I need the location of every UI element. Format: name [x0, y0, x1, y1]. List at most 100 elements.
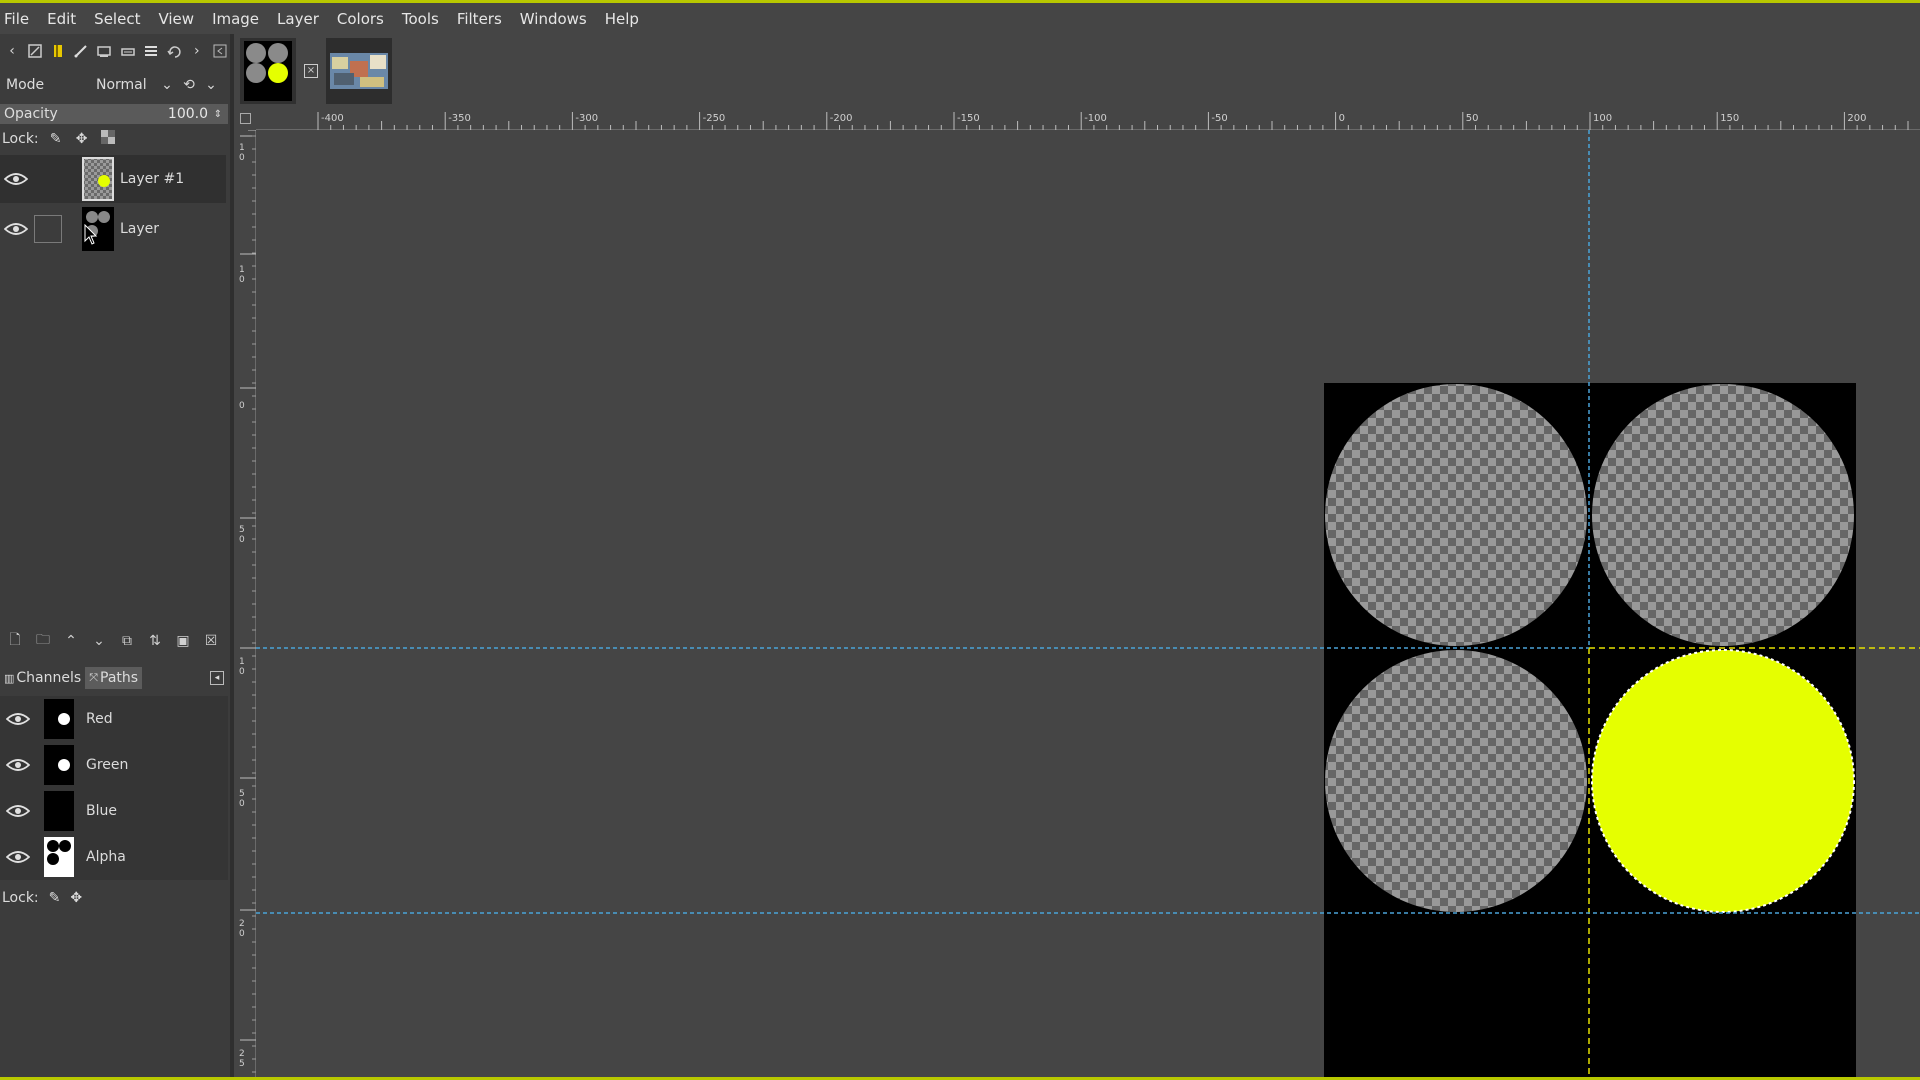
patterns-icon[interactable]	[48, 39, 68, 63]
chevron-down-icon[interactable]: ⌄	[200, 77, 222, 93]
opacity-value[interactable]: 100.0	[168, 106, 208, 122]
visibility-eye-icon[interactable]	[0, 696, 36, 742]
ruler-tick-label: -250	[703, 113, 726, 124]
duplicate-layer-icon[interactable]: ⧉	[116, 630, 138, 652]
image-canvas[interactable]	[256, 130, 1920, 1077]
opacity-label: Opacity	[4, 106, 58, 122]
vertical-ruler[interactable]: 10 10 0 50 10 50 20 25	[236, 130, 256, 1077]
new-layer-group-icon[interactable]: 🗀	[32, 630, 54, 652]
new-layer-icon[interactable]: 🗋	[4, 630, 26, 652]
lock-position-icon[interactable]: ✥	[73, 131, 91, 147]
channel-thumbnail	[44, 699, 74, 739]
channel-name: Green	[86, 757, 129, 773]
brushes-icon[interactable]	[25, 39, 45, 63]
chevron-right-icon[interactable]: ›	[187, 39, 207, 63]
dock-menu-icon[interactable]	[210, 39, 230, 63]
close-icon[interactable]: ×	[304, 64, 318, 78]
dock-separator[interactable]	[230, 34, 234, 1077]
ruler-tick-label: -150	[957, 113, 980, 124]
raise-layer-icon[interactable]: ⌃	[60, 630, 82, 652]
channel-row-green[interactable]: Green	[0, 742, 228, 788]
ruler-tick-label: -100	[1084, 113, 1107, 124]
yellow-circle	[1592, 650, 1854, 912]
menu-edit[interactable]: Edit	[38, 10, 85, 28]
svg-text:2: 2	[239, 1049, 245, 1059]
menu-windows[interactable]: Windows	[511, 10, 596, 28]
transparent-circle-top-left	[1325, 384, 1587, 646]
layer-mask-icon[interactable]: ▣	[172, 630, 194, 652]
visibility-eye-icon[interactable]	[0, 742, 36, 788]
tab-channels[interactable]: ▥ Channels	[0, 667, 85, 689]
mode-row: Mode Normal ⌄ ⟲ ⌄	[0, 70, 230, 100]
channel-row-blue[interactable]: Blue	[0, 788, 228, 834]
mode-select[interactable]: Normal	[96, 77, 156, 93]
menu-filters[interactable]: Filters	[448, 10, 511, 28]
dock-menu-icon[interactable]: ◂	[210, 671, 224, 685]
image-tabs: ×	[240, 36, 392, 106]
svg-text:0: 0	[239, 275, 245, 285]
menu-select[interactable]: Select	[85, 10, 149, 28]
svg-text:0: 0	[239, 799, 245, 809]
menu-file[interactable]: File	[4, 10, 38, 28]
menu-view[interactable]: View	[149, 10, 203, 28]
visibility-eye-icon[interactable]	[0, 834, 36, 880]
menu-layer[interactable]: Layer	[268, 10, 328, 28]
image-tab-other[interactable]	[326, 38, 392, 104]
horizontal-ruler[interactable]: -400 -350 -300 -250 -200 -150 -100 -50 0 50 100 150…	[236, 108, 1920, 130]
layer-row-layer1[interactable]: Layer #1	[0, 155, 226, 203]
layer-lock-row: Lock: ✎ ✥	[0, 128, 230, 150]
lower-layer-icon[interactable]: ⌄	[88, 630, 110, 652]
mouse-cursor-icon	[84, 224, 98, 245]
mode-reset-icon[interactable]: ⟲	[178, 77, 200, 93]
mode-label: Mode	[6, 77, 45, 93]
ruler-tick-label: -50	[1211, 113, 1227, 124]
svg-text:1: 1	[239, 657, 245, 667]
tool-options-icon[interactable]	[94, 39, 114, 63]
lock-pixels-icon[interactable]: ✎	[47, 131, 65, 147]
channel-thumbnail	[44, 791, 74, 831]
paint-dynamics-icon[interactable]	[71, 39, 91, 63]
visibility-eye-icon[interactable]	[0, 155, 32, 203]
undo-history-icon[interactable]	[164, 39, 184, 63]
lock-alpha-icon[interactable]	[99, 130, 117, 148]
lock-pixels-icon[interactable]: ✎	[49, 890, 61, 906]
anchor-layer-icon[interactable]: ⇅	[144, 630, 166, 652]
layer-thumbnail	[82, 157, 114, 201]
spin-arrows-icon[interactable]: ⇕	[212, 109, 224, 120]
visibility-eye-icon[interactable]	[0, 205, 32, 253]
menu-colors[interactable]: Colors	[328, 10, 393, 28]
ruler-tick-label: -300	[575, 113, 598, 124]
channel-name: Blue	[86, 803, 117, 819]
layer-name[interactable]: Layer #1	[120, 171, 184, 187]
layer-name[interactable]: Layer	[120, 221, 159, 237]
dock-toolbar: ‹ ›	[0, 38, 230, 64]
channel-row-red[interactable]: Red	[0, 696, 228, 742]
lock-label: Lock:	[2, 890, 39, 906]
delete-layer-icon[interactable]: ☒	[200, 630, 222, 652]
svg-text:0: 0	[239, 153, 245, 163]
layer-row-layer[interactable]: Layer	[0, 205, 226, 253]
channel-row-alpha[interactable]: Alpha	[0, 834, 228, 880]
visibility-eye-icon[interactable]	[0, 788, 36, 834]
device-status-icon[interactable]	[117, 39, 137, 63]
chevron-left-icon[interactable]: ‹	[2, 39, 22, 63]
tab-paths[interactable]: ⤧ Paths	[85, 667, 143, 689]
lock-position-icon[interactable]: ✥	[70, 890, 82, 906]
channel-lock-row: Lock: ✎ ✥	[0, 887, 230, 909]
opacity-slider[interactable]: Opacity 100.0 ⇕	[0, 104, 228, 124]
transparent-circle-top-right	[1592, 384, 1854, 646]
ruler-tick-label: 150	[1720, 113, 1739, 124]
ruler-tick-label: 200	[1847, 113, 1866, 124]
svg-text:5: 5	[239, 1059, 245, 1069]
chevron-down-icon[interactable]: ⌄	[156, 77, 178, 93]
menu-tools[interactable]: Tools	[393, 10, 448, 28]
svg-text:0: 0	[239, 667, 245, 677]
image-tab-active[interactable]	[240, 38, 296, 104]
svg-text:1: 1	[239, 143, 245, 153]
channels-dock-tabs: ▥ Channels ⤧ Paths ◂	[0, 665, 230, 691]
menu-help[interactable]: Help	[596, 10, 648, 28]
layer-chain-toggle[interactable]	[34, 215, 62, 243]
menu-image[interactable]: Image	[203, 10, 268, 28]
ruler-corner-button[interactable]	[236, 108, 256, 130]
layers-stack-icon[interactable]	[141, 39, 161, 63]
